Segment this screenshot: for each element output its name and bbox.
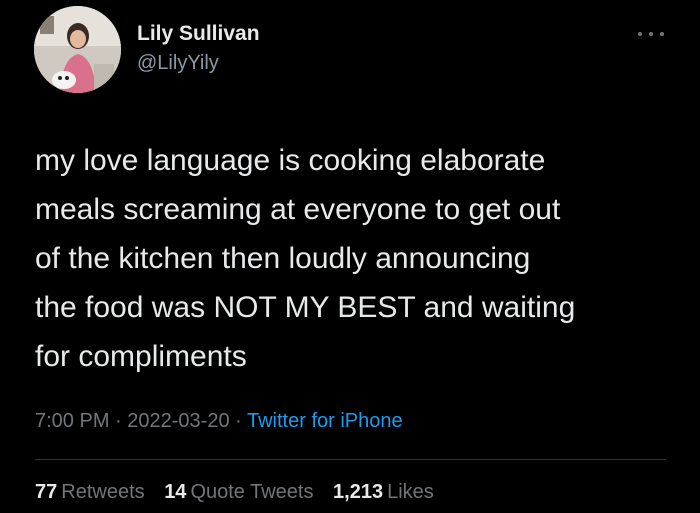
tweet-stats: 77 Retweets 14 Quote Tweets 1,213 Likes: [35, 481, 448, 504]
tweet-source-link[interactable]: Twitter for iPhone: [247, 410, 403, 432]
likes-label: Likes: [387, 481, 434, 503]
avatar[interactable]: [34, 6, 121, 93]
tweet-time[interactable]: 7:00 PM: [35, 410, 109, 432]
quote-tweets-label: Quote Tweets: [190, 481, 314, 503]
tweet-line: the food was NOT MY BEST and waiting: [35, 291, 576, 324]
more-dot: [638, 32, 642, 36]
retweets-count: 77: [35, 481, 58, 503]
tweet-meta: 7:00 PM · 2022-03-20 · Twitter for iPhon…: [35, 410, 403, 433]
meta-separator: ·: [229, 410, 247, 432]
user-handle[interactable]: @LilyYily: [137, 52, 219, 75]
quote-tweets-count: 14: [164, 481, 187, 503]
quote-tweets-stat[interactable]: 14 Quote Tweets: [164, 481, 313, 503]
likes-stat[interactable]: 1,213 Likes: [333, 481, 434, 503]
more-dot: [649, 32, 653, 36]
user-display-name[interactable]: Lily Sullivan: [137, 22, 260, 46]
more-horizontal-icon[interactable]: [638, 28, 664, 40]
tweet-line: for compliments: [35, 340, 247, 373]
tweet-line: my love language is cooking elaborate: [35, 144, 546, 177]
divider: [35, 459, 666, 460]
tweet-text: my love language is cooking elaborate me…: [35, 136, 675, 381]
likes-count: 1,213: [333, 481, 384, 503]
avatar-photo: [34, 6, 121, 93]
tweet-line: meals screaming at everyone to get out: [35, 193, 561, 226]
tweet-date[interactable]: 2022-03-20: [127, 410, 229, 432]
retweets-stat[interactable]: 77 Retweets: [35, 481, 145, 503]
retweets-label: Retweets: [61, 481, 145, 503]
more-dot: [660, 32, 664, 36]
tweet-line: of the kitchen then loudly announcing: [35, 242, 531, 275]
meta-separator: ·: [109, 410, 128, 432]
